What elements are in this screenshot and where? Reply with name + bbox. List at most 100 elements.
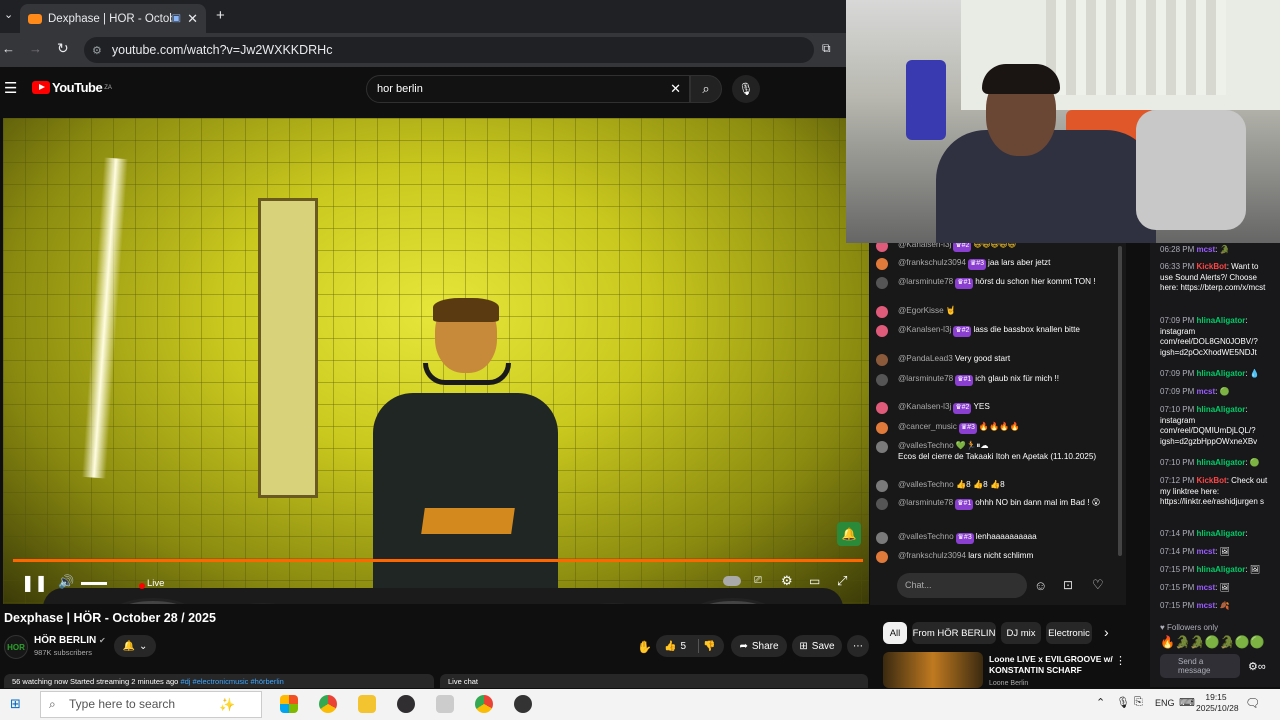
- site-info-icon[interactable]: ⚙: [92, 44, 102, 57]
- microphone-tray-icon[interactable]: 🎙: [1116, 696, 1130, 709]
- voice-search-button[interactable]: 🎙: [732, 75, 760, 103]
- subscription-bell-button[interactable]: 🔔 ⌄: [114, 635, 156, 657]
- captions-icon[interactable]: ⎚: [754, 575, 762, 586]
- channel-name-row[interactable]: HÖR BERLIN ✔: [34, 635, 106, 647]
- chip-dj-mix[interactable]: DJ mix: [1001, 622, 1041, 644]
- forward-icon[interactable]: →: [29, 41, 42, 56]
- youtube-header: ☰ YouTube ZA hor berlin ✕ ⌕ 🎙: [0, 67, 846, 113]
- reload-icon[interactable]: ↻: [57, 40, 69, 57]
- stream-chat-message: 07:10 PM hlinaAligator: 🟢: [1160, 458, 1260, 467]
- clock-date: 2025/10/28: [1196, 703, 1239, 713]
- heart-icon[interactable]: ♡: [1092, 577, 1104, 593]
- network-icon[interactable]: ⎘: [1134, 696, 1143, 709]
- settings-gear-icon[interactable]: ⚙: [781, 573, 793, 589]
- chat-message: @frankschulz3094 ♛#3 jaa lars aber jetzt: [876, 258, 1108, 270]
- window-bars: [1046, 0, 1226, 95]
- stream-chat-message: 07:09 PM hlinaAligator: 💧: [1160, 369, 1260, 378]
- super-thanks-icon[interactable]: ✋: [637, 640, 652, 654]
- chat-scrollbar[interactable]: [1118, 246, 1122, 556]
- search-input[interactable]: hor berlin ✕: [366, 75, 690, 103]
- volume-slider[interactable]: [81, 582, 107, 585]
- chevron-right-icon[interactable]: ›: [1104, 624, 1109, 640]
- stream-chat-message: 07:14 PM mcst: 🖼: [1160, 547, 1230, 556]
- url-text: youtube.com/watch?v=Jw2WXKKDRHc: [111, 43, 333, 57]
- more-actions-button[interactable]: ⋯: [847, 635, 869, 657]
- app-icon-2[interactable]: [514, 695, 532, 713]
- stream-chat-message: 06:28 PM mcst: 🐊: [1160, 245, 1230, 254]
- browser-toolbar: ← → ↻ ⚙ youtube.com/watch?v=Jw2WXKKDRHc …: [0, 33, 846, 67]
- recommended-channel: Loone Berlin: [989, 680, 1029, 687]
- chip-from-channel[interactable]: From HÖR BERLIN: [912, 622, 996, 644]
- shirt-logo: [421, 508, 515, 534]
- clear-search-icon[interactable]: ✕: [670, 76, 681, 102]
- file-explorer-icon[interactable]: [358, 695, 376, 713]
- close-tab-icon[interactable]: ✕: [187, 11, 198, 27]
- chair-back: [1136, 110, 1246, 230]
- chip-electronic[interactable]: Electronic: [1046, 622, 1092, 644]
- more-vert-icon[interactable]: ⋮: [1115, 654, 1126, 667]
- like-button[interactable]: 👍 5 👎: [656, 635, 724, 657]
- miniplayer-icon[interactable]: ▭: [809, 574, 820, 588]
- send-message-input[interactable]: Send a message: [1160, 654, 1240, 678]
- chevron-up-icon[interactable]: ⌃: [1096, 696, 1105, 709]
- new-tab-icon[interactable]: +: [216, 7, 225, 24]
- emoji-icon[interactable]: ☺: [1034, 578, 1047, 593]
- share-label: Share: [751, 640, 779, 652]
- obs-icon[interactable]: [397, 695, 415, 713]
- super-chat-icon[interactable]: ⊡: [1063, 578, 1073, 592]
- more-icon: ⋯: [853, 640, 863, 652]
- video-player[interactable]: 🔔 ❚❚ 🔊 Live ⎚ ⚙ ▭ ⤢: [3, 118, 869, 604]
- chrome-profile-icon[interactable]: [475, 695, 493, 713]
- taskbar-search-input[interactable]: ⌕ Type here to search ✨: [40, 691, 262, 718]
- chat-input[interactable]: Chat...: [897, 573, 1027, 598]
- save-button[interactable]: ⊞ Save: [792, 635, 842, 657]
- region-code: ZA: [104, 84, 112, 91]
- menu-icon[interactable]: ☰: [4, 79, 17, 97]
- recommended-title[interactable]: Loone LIVE x EVILGROOVE w/ KONSTANTIN SC…: [989, 654, 1114, 676]
- language-indicator[interactable]: ENG: [1155, 698, 1175, 708]
- address-bar[interactable]: ⚙ youtube.com/watch?v=Jw2WXKKDRHc: [84, 37, 814, 63]
- notification-bell-overlay[interactable]: 🔔: [837, 522, 861, 546]
- microphone-icon: 🎙: [738, 82, 754, 96]
- live-label[interactable]: Live: [147, 578, 164, 589]
- chat-settings-icon[interactable]: ⚙∞: [1248, 660, 1266, 673]
- fullscreen-icon[interactable]: ⤢: [837, 573, 847, 589]
- tab-search-icon[interactable]: ⌄: [4, 8, 13, 21]
- live-chat-box[interactable]: Live chat: [440, 674, 868, 688]
- windows-start-icon[interactable]: ⊞: [10, 696, 21, 712]
- stream-chat-message: 07:15 PM mcst: 🖼: [1160, 583, 1230, 592]
- volume-icon[interactable]: 🔊: [58, 574, 74, 590]
- back-icon[interactable]: ←: [2, 41, 15, 56]
- keyboard-icon[interactable]: ⌨: [1179, 696, 1195, 709]
- clock[interactable]: 19:15 2025/10/28: [1196, 692, 1239, 714]
- stream-chat-message: 06:33 PM KickBot: Want to use Sound Aler…: [1160, 262, 1266, 292]
- youtube-play-icon: [32, 81, 50, 94]
- hashtags[interactable]: #dj #electronicmusic #hörberlin: [180, 677, 283, 686]
- notifications-icon[interactable]: 🗨: [1245, 696, 1260, 710]
- youtube-logo[interactable]: YouTube ZA: [32, 80, 112, 95]
- search-button[interactable]: ⌕: [690, 75, 722, 103]
- chat-message: @frankschulz3094 lars nicht schlimm: [876, 551, 1108, 563]
- share-button[interactable]: ➦ Share: [731, 635, 787, 657]
- pause-icon[interactable]: ❚❚: [21, 573, 48, 593]
- bell-icon: 🔔: [122, 640, 136, 652]
- browser-tab[interactable]: Dexphase | HÖR - October ▣ ✕: [20, 4, 206, 33]
- description-box[interactable]: 56 watching now Started streaming 2 minu…: [4, 674, 434, 688]
- chip-all[interactable]: All: [883, 622, 907, 644]
- cast-icon[interactable]: ⧉: [822, 41, 831, 56]
- chrome-icon[interactable]: [319, 695, 337, 713]
- emote-bar[interactable]: 🔥🐊🐊🟢🐊🟢🟢: [1160, 636, 1272, 647]
- stream-chat-panel: 06:28 PM mcst: 🐊 06:33 PM KickBot: Want …: [1150, 240, 1280, 687]
- copilot-icon[interactable]: [280, 695, 298, 713]
- channel-avatar[interactable]: HOR: [4, 635, 28, 659]
- audio-icon[interactable]: ▣: [172, 13, 181, 24]
- live-dot: [139, 583, 145, 589]
- progress-bar[interactable]: [13, 559, 863, 562]
- chat-message: @cancer_music ♛#3 🔥🔥🔥🔥: [876, 422, 1108, 434]
- youtube-wordmark: YouTube: [52, 80, 103, 95]
- thumb-down-icon[interactable]: 👎: [703, 641, 715, 652]
- recommended-thumbnail[interactable]: [883, 652, 983, 688]
- autoplay-toggle[interactable]: [723, 576, 741, 586]
- app-icon[interactable]: [436, 695, 454, 713]
- stream-chat-message: 07:09 PM mcst: 🟢: [1160, 387, 1230, 396]
